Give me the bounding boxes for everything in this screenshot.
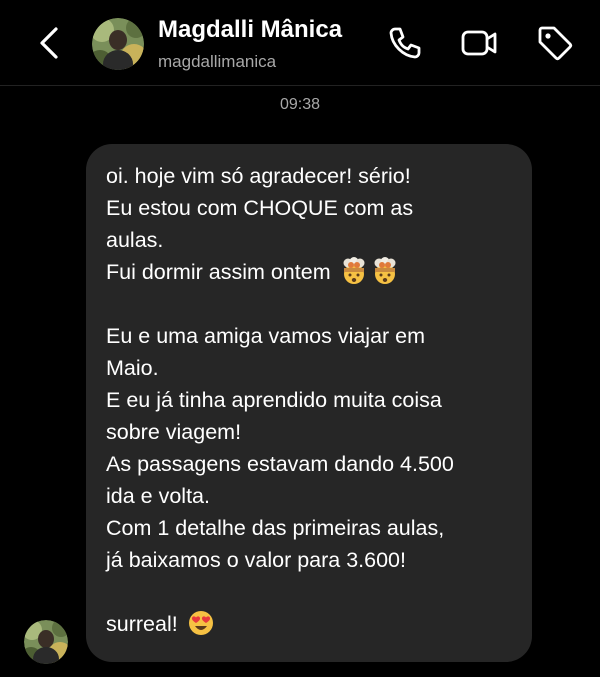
message-line: oi. hoje vim só agradecer! sério! — [106, 160, 518, 192]
message-line: sobre viagem! — [106, 416, 518, 448]
sender-avatar[interactable] — [24, 620, 68, 664]
message-line-text: Com 1 detalhe das primeiras aulas, — [106, 516, 445, 540]
message-line-text: Fui dormir assim ontem — [106, 260, 337, 284]
exploding-head-emoji — [374, 257, 396, 284]
back-chevron-icon[interactable] — [36, 26, 62, 60]
message-bubble[interactable]: oi. hoje vim só agradecer! sério! Eu esto… — [86, 144, 532, 662]
message-line-text: surreal! — [106, 612, 184, 636]
message-line: aulas. — [106, 224, 518, 256]
heart-eyes-emoji — [188, 611, 213, 635]
message-line: surreal! — [106, 608, 518, 640]
message-line: Eu e uma amiga vamos viajar em — [106, 320, 518, 352]
message-line: Com 1 detalhe das primeiras aulas, — [106, 512, 518, 544]
message-line-text: Eu estou com CHOQUE com as — [106, 196, 414, 220]
message-line: E eu já tinha aprendido muita coisa — [106, 384, 518, 416]
video-camera-icon[interactable] — [460, 24, 498, 62]
message-line: Eu estou com CHOQUE com as — [106, 192, 518, 224]
message-line: ida e volta. — [106, 480, 518, 512]
contact-name[interactable]: Magdalli Mânica — [158, 16, 342, 44]
message-line: já baixamos o valor para 3.600! — [106, 544, 518, 576]
message-line-text: E eu já tinha aprendido muita coisa — [106, 388, 442, 412]
contact-avatar[interactable] — [92, 18, 144, 70]
contact-handle[interactable]: magdallimanica — [158, 52, 276, 72]
message-line-text: As passagens estavam dando 4.500 — [106, 452, 454, 476]
exploding-head-emoji — [343, 257, 365, 284]
message-line: As passagens estavam dando 4.500 — [106, 448, 518, 480]
message-timestamp: 09:38 — [279, 96, 321, 113]
message-line-text: ida e volta. — [106, 484, 210, 508]
phone-icon[interactable] — [386, 24, 424, 62]
message-line-text: aulas. — [106, 228, 164, 252]
message-line: Fui dormir assim ontem — [106, 256, 518, 288]
chat-header: Magdalli Mânica magdallimanica — [0, 0, 600, 86]
message-line-text: oi. hoje vim só agradecer! sério! — [106, 164, 411, 188]
message-line: Maio. — [106, 352, 518, 384]
message-line-text: Maio. — [106, 356, 159, 380]
message-line-text: já baixamos o valor para 3.600! — [106, 548, 406, 572]
tag-icon[interactable] — [536, 24, 574, 62]
message-line-text: sobre viagem! — [106, 420, 242, 444]
message-line-text: Eu e uma amiga vamos viajar em — [106, 324, 426, 348]
